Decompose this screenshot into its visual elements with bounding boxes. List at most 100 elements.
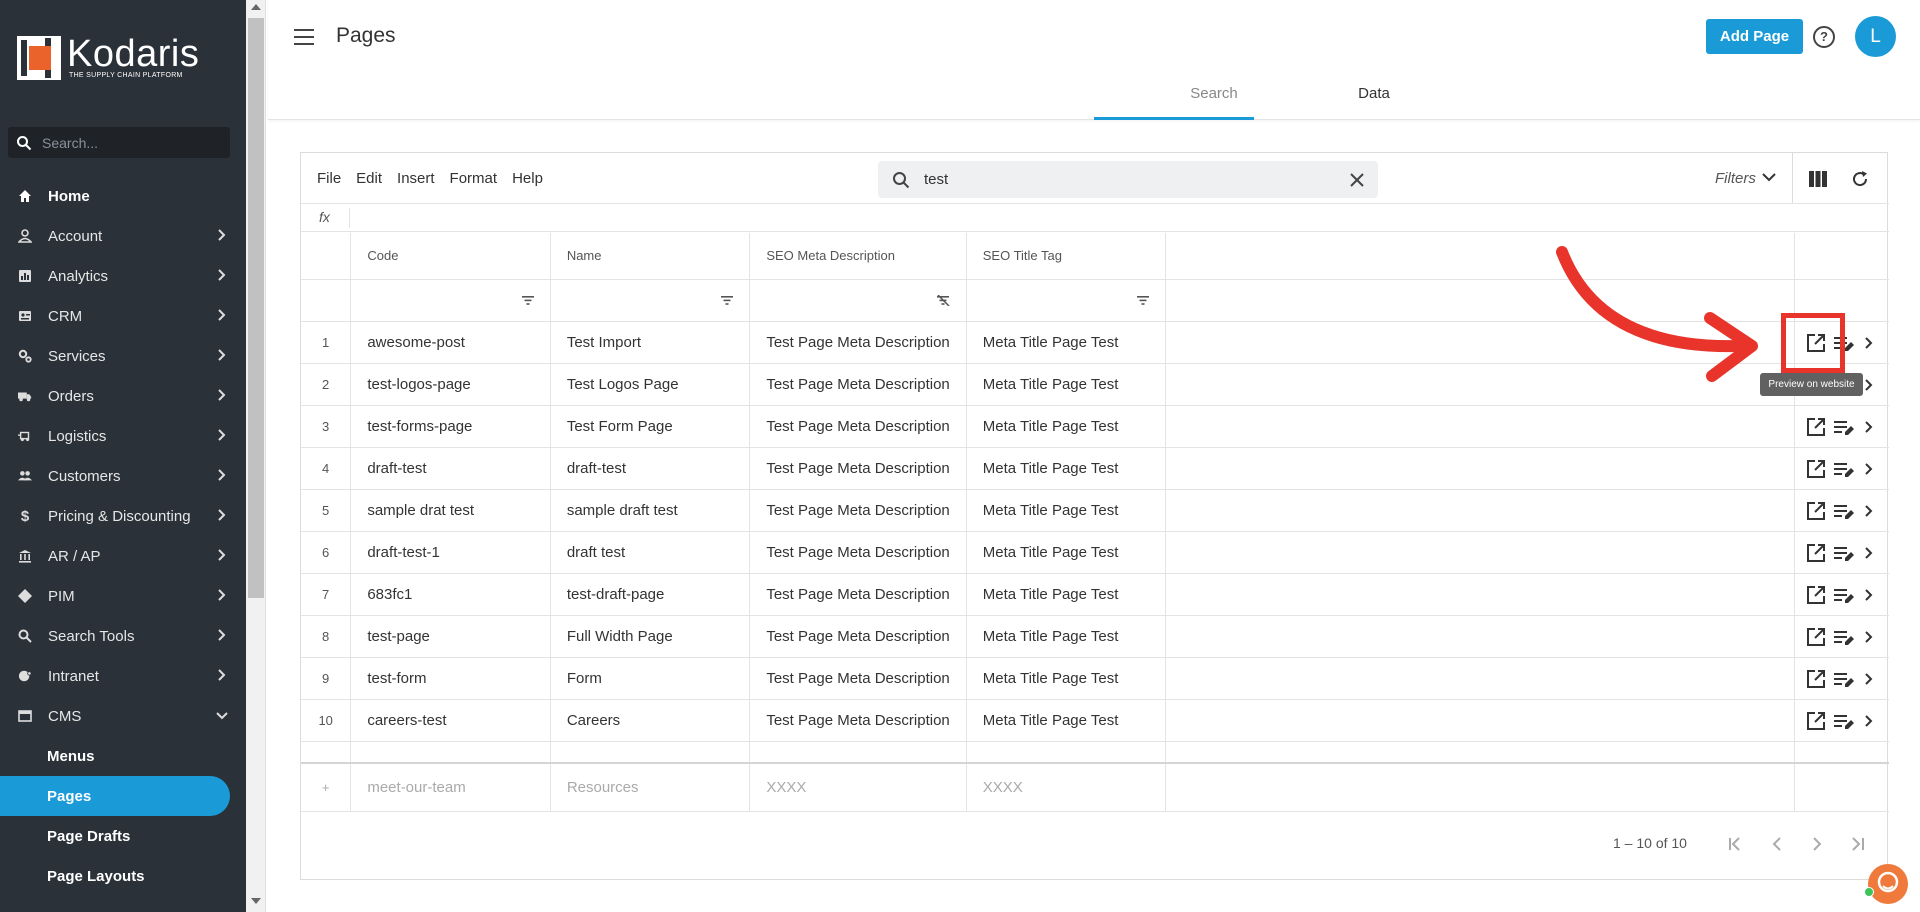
cell-meta[interactable]: Test Page Meta Description [749, 657, 967, 700]
new-row-title[interactable]: XXXX [966, 763, 1167, 812]
table-row[interactable]: 4 draft-test draft-test Test Page Meta Desc… [301, 447, 1889, 490]
edit-notes-icon[interactable] [1833, 669, 1855, 689]
chevron-right-icon[interactable] [1865, 462, 1873, 475]
next-page-icon[interactable] [1809, 836, 1825, 852]
cell-name[interactable]: Test Logos Page [550, 363, 751, 406]
table-row[interactable]: 9 test-form Form Test Page Meta Description… [301, 657, 1889, 700]
table-row[interactable]: 5 sample drat test sample draft test Test P… [301, 489, 1889, 532]
edit-notes-icon[interactable] [1833, 585, 1855, 605]
table-row[interactable]: 7 683fc1 test-draft-page Test Page Meta Des… [301, 573, 1889, 616]
cell-title[interactable]: Meta Title Page Test [966, 489, 1167, 532]
cell-title[interactable]: Meta Title Page Test [966, 405, 1167, 448]
close-icon[interactable] [1350, 172, 1364, 187]
chevron-right-icon[interactable] [1865, 336, 1873, 349]
sidebar-search[interactable] [8, 127, 230, 158]
cell-meta[interactable]: Test Page Meta Description [749, 405, 967, 448]
table-row[interactable]: 6 draft-test-1 draft test Test Page Meta De… [301, 531, 1889, 574]
sidebar-scroll-thumb[interactable] [248, 18, 264, 598]
scroll-down-arrow-icon[interactable] [251, 898, 261, 904]
cell-title[interactable]: Meta Title Page Test [966, 699, 1167, 742]
column-header-seo-title-tag[interactable]: SEO Title Tag [966, 233, 1167, 280]
filter-icon[interactable] [721, 295, 734, 305]
hamburger-menu-icon[interactable] [294, 29, 314, 45]
refresh-icon[interactable] [1850, 169, 1870, 189]
open-in-new-icon[interactable] [1806, 333, 1826, 353]
cell-meta[interactable]: Test Page Meta Description [749, 615, 967, 658]
cell-code[interactable]: draft-test [350, 447, 551, 490]
cell-title[interactable]: Meta Title Page Test [966, 447, 1167, 490]
sidebar-item-account[interactable]: Account [0, 216, 246, 256]
edit-notes-icon[interactable] [1833, 627, 1855, 647]
cell-name[interactable]: Test Import [550, 321, 751, 364]
cell-code[interactable]: careers-test [350, 699, 551, 742]
filter-cell-name[interactable] [550, 279, 751, 322]
chat-support-icon[interactable] [1868, 864, 1908, 904]
chevron-right-icon[interactable] [1865, 546, 1873, 559]
sidebar-item-crm[interactable]: CRM [0, 296, 246, 336]
table-row[interactable]: 10 careers-test Careers Test Page Meta Desc… [301, 699, 1889, 742]
open-in-new-icon[interactable] [1806, 627, 1826, 647]
kodaris-logo[interactable]: Kodaris THE SUPPLY CHAIN PLATFORM [17, 35, 199, 80]
filters-dropdown[interactable]: Filters [1715, 170, 1756, 187]
sidebar-item-customers[interactable]: Customers [0, 456, 246, 496]
add-row-plus-icon[interactable]: + [301, 763, 352, 812]
sidebar-item-analytics[interactable]: Analytics [0, 256, 246, 296]
cell-code[interactable]: sample drat test [350, 489, 551, 532]
column-header-name[interactable]: Name [550, 233, 751, 280]
table-row[interactable]: 1 awesome-post Test Import Test Page Meta D… [301, 321, 1889, 364]
sidebar-item-home[interactable]: Home [0, 176, 246, 216]
cell-meta[interactable]: Test Page Meta Description [749, 321, 967, 364]
chevron-right-icon[interactable] [1865, 714, 1873, 727]
new-row-code[interactable]: meet-our-team [350, 763, 551, 812]
cell-name[interactable]: draft test [550, 531, 751, 574]
cell-code[interactable]: 683fc1 [350, 573, 551, 616]
cell-name[interactable]: sample draft test [550, 489, 751, 532]
sidebar-subitem-menus[interactable]: Menus [0, 736, 246, 776]
last-page-icon[interactable] [1849, 836, 1865, 852]
table-row[interactable]: 8 test-page Full Width Page Test Page Meta … [301, 615, 1889, 658]
filter-cell-seo-meta-description[interactable] [749, 279, 967, 322]
cell-meta[interactable]: Test Page Meta Description [749, 447, 967, 490]
sidebar-subitem-pages[interactable]: Pages [0, 776, 230, 816]
open-in-new-icon[interactable] [1806, 585, 1826, 605]
menu-format[interactable]: Format [450, 170, 498, 187]
cell-name[interactable]: Form [550, 657, 751, 700]
new-row-name[interactable]: Resources [550, 763, 751, 812]
open-in-new-icon[interactable] [1806, 669, 1826, 689]
formula-bar[interactable]: fx [301, 203, 1889, 232]
cell-meta[interactable]: Test Page Meta Description [749, 363, 967, 406]
cell-title[interactable]: Meta Title Page Test [966, 615, 1167, 658]
sidebar-search-input[interactable] [42, 134, 212, 151]
cell-meta[interactable]: Test Page Meta Description [749, 531, 967, 574]
chevron-right-icon[interactable] [1865, 420, 1873, 433]
sidebar-subitem-page-drafts[interactable]: Page Drafts [0, 816, 246, 856]
column-header-seo-meta-description[interactable]: SEO Meta Description [749, 233, 967, 280]
sidebar-item-logistics[interactable]: Logistics [0, 416, 246, 456]
sidebar-subitem-page-layouts[interactable]: Page Layouts [0, 856, 246, 896]
sidebar-item-cms[interactable]: CMS [0, 696, 246, 736]
cell-name[interactable]: draft-test [550, 447, 751, 490]
column-header-code[interactable]: Code [350, 233, 551, 280]
sidebar-item-pim[interactable]: PIM [0, 576, 246, 616]
cell-meta[interactable]: Test Page Meta Description [749, 573, 967, 616]
sidebar-item-services[interactable]: Services [0, 336, 246, 376]
table-row[interactable]: 3 test-forms-page Test Form Page Test Page … [301, 405, 1889, 448]
sidebar-item-ar-ap[interactable]: AR / AP [0, 536, 246, 576]
open-in-new-icon[interactable] [1806, 711, 1826, 731]
chevron-down-icon[interactable] [1762, 173, 1776, 182]
cell-title[interactable]: Meta Title Page Test [966, 657, 1167, 700]
open-in-new-icon[interactable] [1806, 417, 1826, 437]
cell-code[interactable]: test-page [350, 615, 551, 658]
sidebar-item-pricing[interactable]: $ Pricing & Discounting [0, 496, 246, 536]
open-in-new-icon[interactable] [1806, 459, 1826, 479]
chevron-right-icon[interactable] [1865, 588, 1873, 601]
tab-data[interactable]: Data [1294, 85, 1454, 102]
sidebar-item-intranet[interactable]: Intranet [0, 656, 246, 696]
filter-icon[interactable] [1137, 295, 1150, 305]
cell-meta[interactable]: Test Page Meta Description [749, 699, 967, 742]
tab-search[interactable]: Search [1134, 85, 1294, 102]
cell-code[interactable]: test-form [350, 657, 551, 700]
filter-off-icon[interactable] [936, 294, 950, 306]
help-icon[interactable]: ? [1813, 26, 1835, 48]
cell-name[interactable]: Full Width Page [550, 615, 751, 658]
